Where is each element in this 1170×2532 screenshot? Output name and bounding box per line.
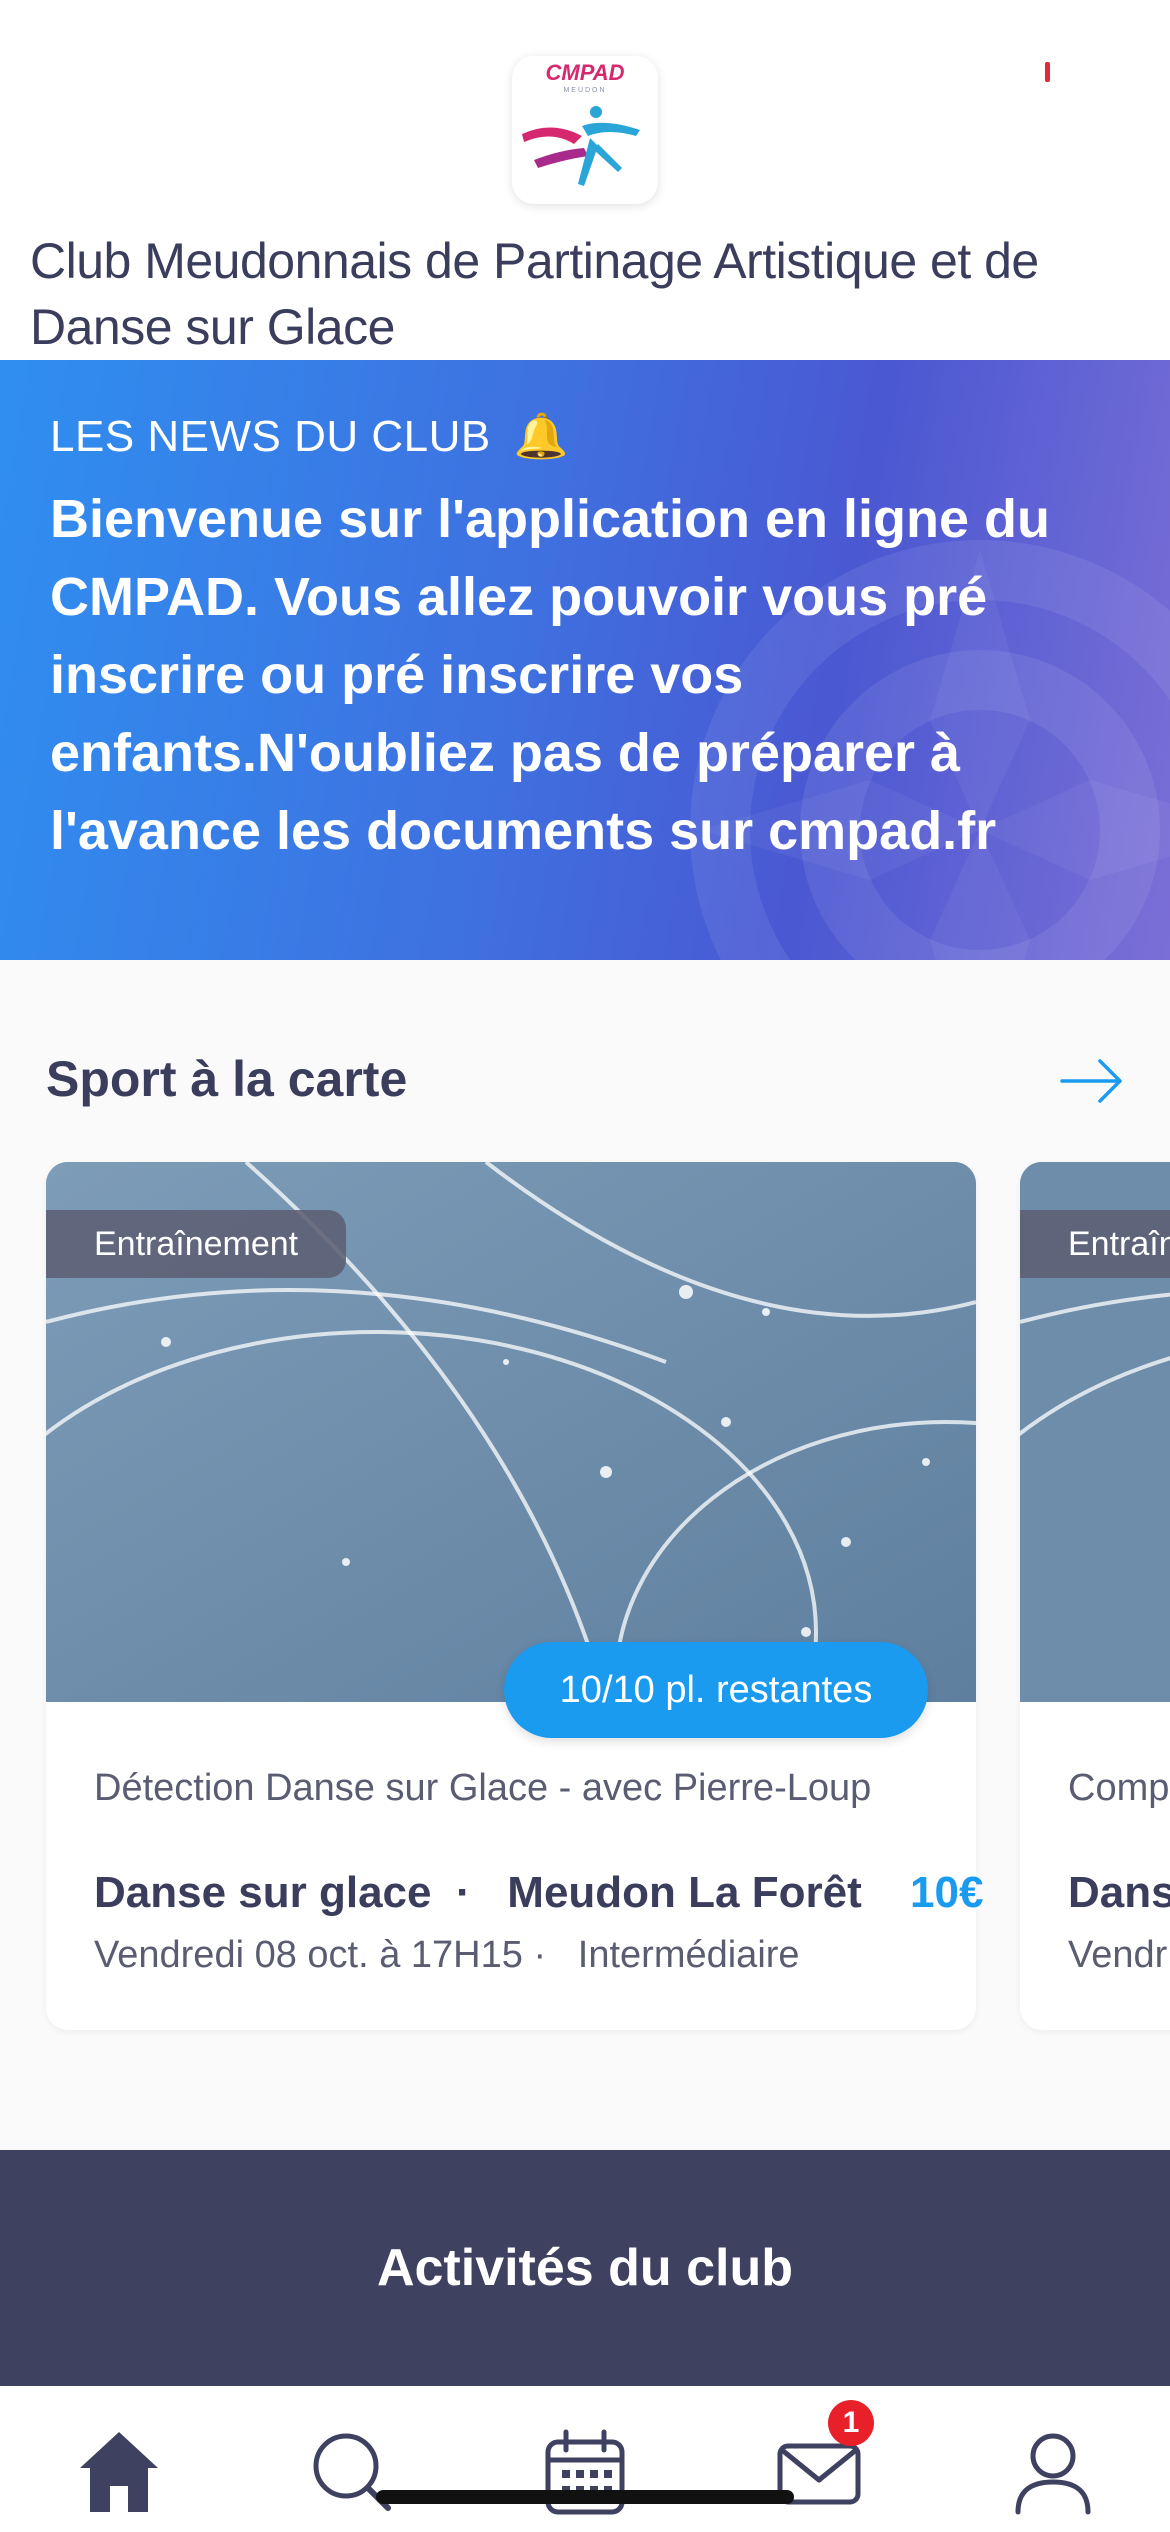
news-message: Bienvenue sur l'application en ligne du … bbox=[50, 489, 1051, 861]
header: CMPAD MEUDON Club Meudonnais de Partinag… bbox=[0, 0, 1170, 360]
places-remaining-badge: 10/10 pl. restantes bbox=[504, 1642, 928, 1738]
club-logo: CMPAD MEUDON bbox=[512, 56, 658, 204]
club-name: Club Meudonnais de Partinage Artistique … bbox=[30, 233, 1039, 355]
session-price: 10€ bbox=[910, 1868, 984, 1917]
home-indicator[interactable] bbox=[376, 2490, 794, 2504]
session-date-level: Vendredi 08 oct. à 17H15 · Intermédiaire bbox=[94, 1934, 934, 1977]
tab-home[interactable] bbox=[74, 2426, 164, 2516]
session-location: Meudon La Forêt bbox=[507, 1868, 862, 1917]
session-title: Détection Danse sur Glace - avec Pierre-… bbox=[94, 1767, 872, 1809]
session-card[interactable]: Entraîn Comp Loup Dans Vendr bbox=[1020, 1162, 1170, 2030]
section-title-sport: Sport à la carte bbox=[46, 1051, 408, 1107]
session-discipline: Dans bbox=[1068, 1868, 1170, 1917]
status-mark bbox=[1045, 62, 1050, 82]
session-title: Comp Loup bbox=[1068, 1767, 1170, 1809]
separator-dot: · bbox=[533, 1934, 568, 1976]
separator-dot: · bbox=[443, 1868, 496, 1917]
activities-title: Activités du club bbox=[376, 2239, 794, 2297]
activities-banner[interactable]: Activités du club bbox=[0, 2150, 1170, 2386]
session-main-info: Danse sur glace · Meudon La Forêt 10€ bbox=[94, 1868, 983, 1918]
svg-text:MEUDON: MEUDON bbox=[563, 87, 606, 94]
session-date: Vendr bbox=[1068, 1934, 1168, 1976]
news-kicker-label: LES NEWS DU CLUB bbox=[50, 412, 491, 461]
home-icon bbox=[80, 2432, 158, 2512]
news-banner[interactable]: LES NEWS DU CLUB 🔔 Bienvenue sur l'appli… bbox=[0, 360, 1170, 960]
session-card[interactable]: Entraînement 10/10 pl. restantes Détecti… bbox=[46, 1162, 983, 2030]
session-type-tag: Entraînement bbox=[46, 1210, 347, 1278]
news-kicker: LES NEWS DU CLUB 🔔 bbox=[50, 410, 569, 462]
tab-profile[interactable] bbox=[1008, 2426, 1098, 2516]
session-discipline: Danse sur glace bbox=[94, 1868, 432, 1917]
bottom-tab-bar bbox=[0, 2386, 1170, 2532]
svg-text:CMPAD: CMPAD bbox=[545, 60, 624, 85]
session-type-tag: Entraîn bbox=[1020, 1210, 1170, 1278]
messages-badge: 1 bbox=[828, 2400, 874, 2446]
arrow-right-icon[interactable] bbox=[1060, 1058, 1124, 1104]
user-icon bbox=[1015, 2433, 1091, 2515]
bell-icon: 🔔 bbox=[513, 412, 569, 461]
session-level: Intermédiaire bbox=[577, 1934, 800, 1976]
app-screen: CMPAD MEUDON Club Meudonnais de Partinag… bbox=[0, 0, 1170, 2532]
session-date: Vendredi 08 oct. à 17H15 bbox=[94, 1934, 523, 1976]
